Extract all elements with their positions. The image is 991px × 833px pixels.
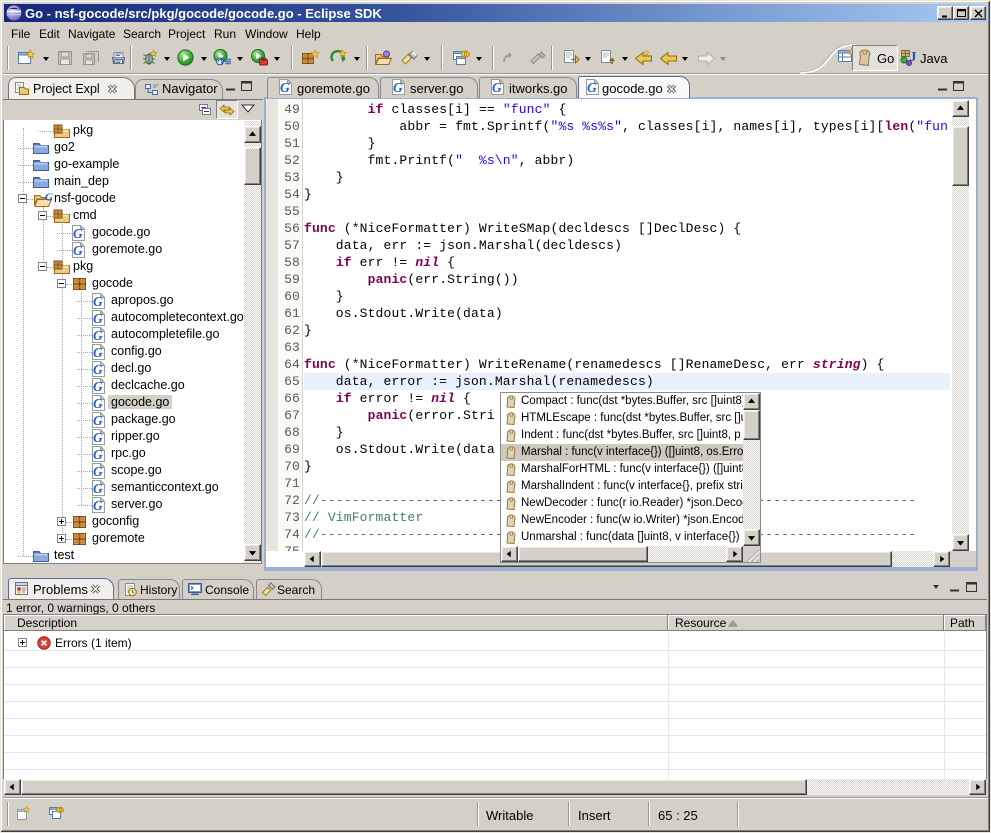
svg-text:G: G	[93, 413, 103, 428]
svg-text:G: G	[587, 80, 597, 95]
svg-text:G: G	[93, 328, 103, 343]
svg-text:0: 0	[464, 51, 468, 58]
svg-text:G: G	[93, 396, 103, 411]
svg-text:G: G	[93, 345, 103, 360]
svg-text:G: G	[93, 481, 103, 496]
svg-text:G: G	[93, 294, 103, 309]
svg-text:G: G	[73, 226, 83, 241]
svg-text:G: G	[93, 447, 103, 462]
svg-text:G: G	[93, 430, 103, 445]
svg-text:G: G	[93, 362, 103, 377]
svg-text:G: G	[93, 379, 103, 394]
svg-text:G: G	[492, 80, 502, 95]
svg-text:G: G	[280, 80, 290, 95]
svg-text:G: G	[93, 464, 103, 479]
svg-text:G: G	[393, 80, 403, 95]
svg-text:0: 0	[59, 808, 62, 814]
svg-text:G: G	[93, 311, 103, 326]
svg-text:G: G	[93, 498, 103, 513]
svg-text:G: G	[73, 243, 83, 258]
